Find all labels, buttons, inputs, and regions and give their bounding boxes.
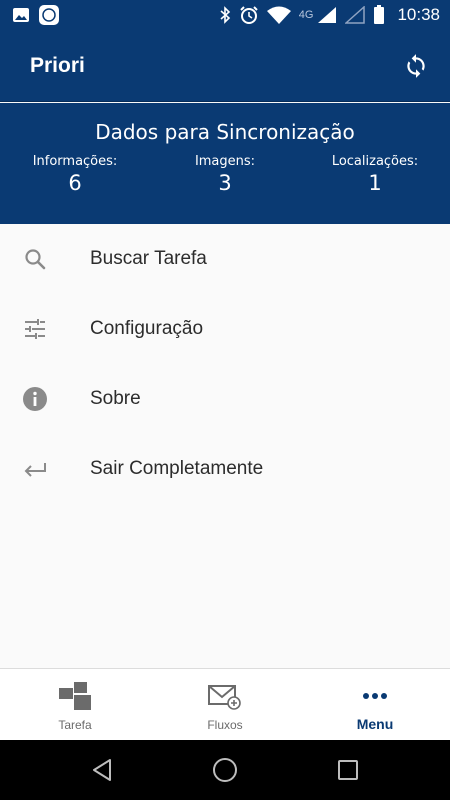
tasks-icon [59,681,91,711]
image-icon [12,7,30,23]
stat-label: Informações: [32,154,118,169]
wifi-icon [266,6,291,24]
tab-menu[interactable]: Menu [300,669,450,741]
battery-icon [373,5,385,25]
menu-list: Buscar Tarefa Configuração Sobre Sair Co… [0,224,450,504]
app-bar: Priori [0,30,450,102]
home-button[interactable] [205,750,245,790]
stat-label: Imagens: [194,154,256,169]
status-bar: 4G 10:38 [0,0,450,30]
stat-localizacoes: Localizações: 1 [300,154,450,195]
menu-item-sobre[interactable]: Sobre [0,364,450,434]
signal-icon [317,6,337,24]
menu-item-label: Configuração [90,318,204,339]
app-notification-icon [38,4,60,26]
mail-add-icon [208,681,242,711]
tab-fluxos[interactable]: Fluxos [150,669,300,741]
system-navigation-bar [0,740,450,800]
status-bar-left [12,4,60,26]
exit-arrow-icon [22,456,48,482]
status-bar-right: 4G 10:38 [219,5,440,25]
more-dots-icon [362,681,388,711]
bluetooth-icon [219,6,231,24]
menu-item-label: Sobre [90,388,141,409]
menu-item-configuracao[interactable]: Configuração [0,294,450,364]
stat-value: 6 [68,171,82,195]
stat-value: 1 [368,171,382,195]
stat-label: Localizações: [331,154,419,169]
recents-button[interactable] [328,750,368,790]
app-title: Priori [30,53,85,77]
menu-item-sair-completamente[interactable]: Sair Completamente [0,434,450,504]
menu-item-buscar-tarefa[interactable]: Buscar Tarefa [0,224,450,294]
status-time: 10:38 [397,5,440,24]
recents-square-icon [338,760,359,780]
info-icon [22,386,48,412]
menu-item-label: Buscar Tarefa [90,248,207,269]
alarm-icon [239,5,259,25]
stat-imagens: Imagens: 3 [150,154,300,195]
tab-tarefa[interactable]: Tarefa [0,669,150,741]
sliders-icon [22,316,48,342]
tab-label: Tarefa [58,718,92,732]
stat-informacoes: Informações: 6 [0,154,150,195]
signal-empty-icon [345,6,366,24]
app-screen: 4G 10:38 Priori Dados para Sincronização… [0,0,450,800]
sync-button[interactable] [400,50,432,82]
sync-summary-panel: Dados para Sincronização Informações: 6 … [0,103,450,224]
stat-value: 3 [218,171,232,195]
menu-item-label: Sair Completamente [90,458,264,479]
home-circle-icon [212,758,237,782]
network-type-label: 4G [298,9,314,21]
sync-icon [407,53,425,78]
back-triangle-icon [92,759,111,781]
search-icon [22,246,48,272]
sync-summary-title: Dados para Sincronização [95,120,355,144]
bottom-navigation: Tarefa Fluxos Menu [0,668,450,741]
tab-label: Fluxos [207,718,243,732]
tab-label: Menu [356,716,394,732]
back-button[interactable] [82,750,122,790]
